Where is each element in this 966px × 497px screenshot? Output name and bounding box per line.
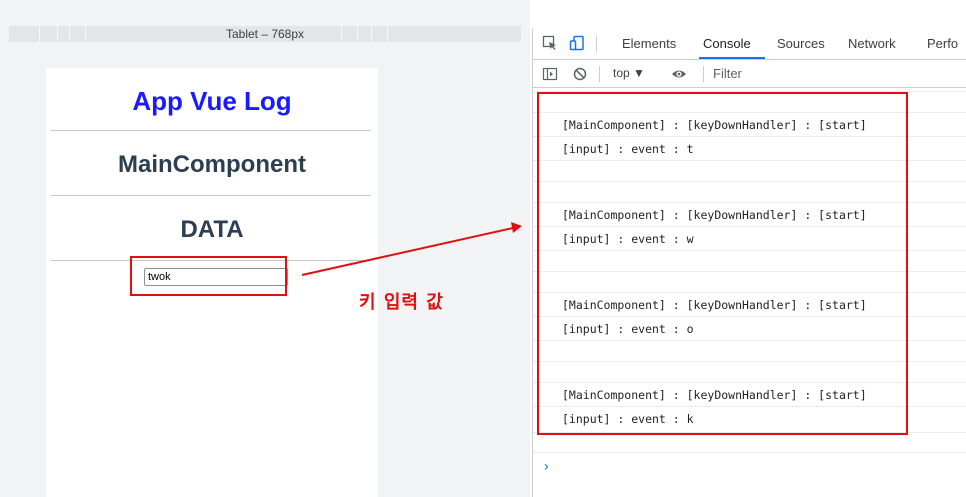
device-size-label: Tablet – 768px bbox=[225, 27, 305, 41]
app-title: App Vue Log bbox=[132, 86, 292, 116]
tab-elements[interactable]: Elements bbox=[622, 36, 676, 51]
context-selector[interactable]: top ▼ bbox=[613, 66, 645, 80]
active-tab-indicator bbox=[699, 57, 765, 59]
console-highlight-box bbox=[537, 92, 908, 435]
divider bbox=[51, 195, 371, 196]
separator bbox=[703, 66, 704, 82]
device-width-ruler[interactable]: Tablet – 768px bbox=[9, 26, 521, 42]
tab-performance[interactable]: Perfo bbox=[927, 36, 958, 51]
data-title: DATA bbox=[180, 216, 244, 243]
divider bbox=[51, 130, 371, 131]
annotation-label: 키 입력 값 bbox=[359, 292, 444, 313]
console-row-divider bbox=[533, 452, 966, 453]
input-highlight-box bbox=[130, 256, 287, 296]
console-prompt[interactable]: › bbox=[542, 459, 550, 475]
tab-sources[interactable]: Sources bbox=[777, 36, 825, 51]
console-toolbar: top ▼ Filter bbox=[533, 60, 966, 88]
eye-icon[interactable] bbox=[671, 66, 687, 82]
devtools-tab-bar: Elements Console Sources Network Perfo bbox=[533, 28, 966, 60]
console-filter-input[interactable]: Filter bbox=[713, 66, 742, 81]
inspect-element-icon[interactable] bbox=[542, 35, 558, 51]
sidebar-toggle-icon[interactable] bbox=[542, 66, 558, 82]
clear-console-icon[interactable] bbox=[572, 66, 588, 82]
separator bbox=[599, 66, 600, 82]
device-emulation-area: Tablet – 768px App Vue Log MainComponent… bbox=[0, 0, 530, 497]
tab-console[interactable]: Console bbox=[703, 36, 751, 51]
component-title: MainComponent bbox=[118, 151, 306, 178]
tab-network[interactable]: Network bbox=[848, 36, 896, 51]
separator bbox=[596, 36, 597, 52]
device-toolbar-icon[interactable] bbox=[569, 35, 585, 51]
